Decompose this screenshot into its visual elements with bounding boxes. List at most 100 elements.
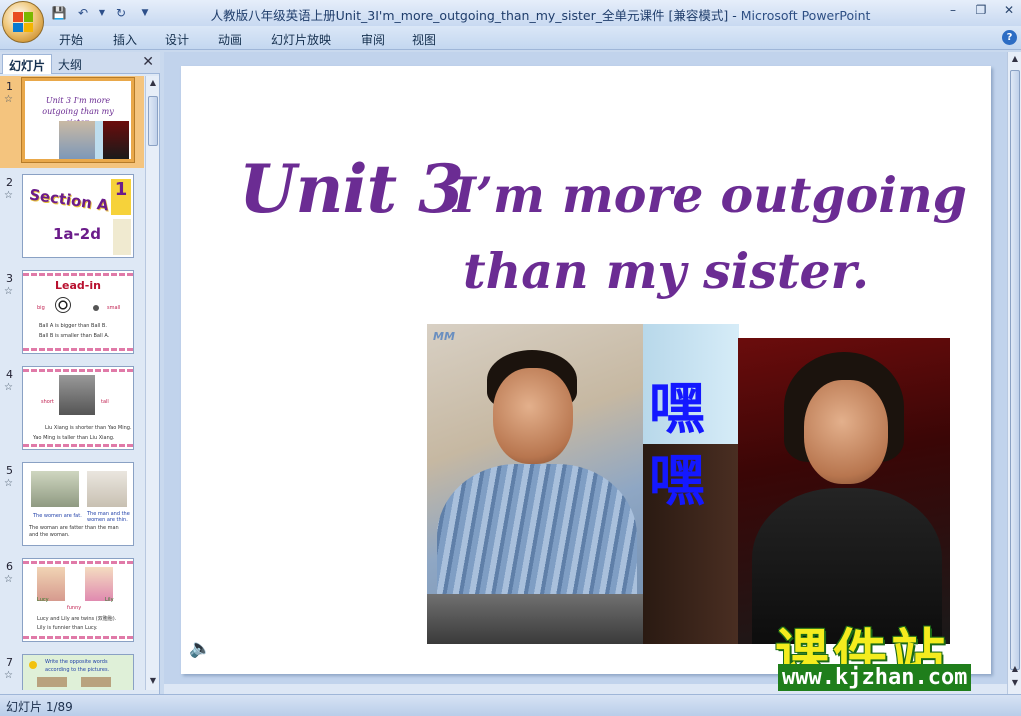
watermark-url: www.kjzhan.com xyxy=(778,664,972,691)
tab-home[interactable]: 开始 xyxy=(59,31,83,48)
document-title: 人教版八年级英语上册Unit_3I'm_more_outgoing_than_m… xyxy=(210,8,729,23)
slide-thumbnail-2[interactable]: Section A 1 1a-2d xyxy=(22,174,134,258)
slide-thumbnail-4[interactable]: short tall Liu Xiang is shorter than Yao… xyxy=(22,366,134,450)
kanji-text: 嘿 xyxy=(649,449,705,514)
thumbnail-text: according to the pictures. xyxy=(45,667,110,673)
slide-thumbnail-1[interactable]: Unit 3 I'm more outgoing than my sister. xyxy=(21,77,135,163)
photo-caption: MM xyxy=(433,330,455,343)
thumbnail-photo xyxy=(37,567,65,601)
thumbnail-text: Ball B is smaller than Ball A. xyxy=(39,333,110,339)
thumbnail-photo xyxy=(31,471,79,507)
thumbnail-word: Lucy xyxy=(37,597,49,603)
transition-star-icon: ☆ xyxy=(4,478,13,489)
scroll-thumb[interactable] xyxy=(1010,70,1020,670)
transition-star-icon: ☆ xyxy=(4,670,13,681)
slide-thumbnail-5[interactable]: The women are fat. The man and the women… xyxy=(22,462,134,546)
scroll-up-icon[interactable]: ▲ xyxy=(1009,54,1021,66)
photo-left[interactable]: MM xyxy=(427,324,643,644)
thumbnail-word: short xyxy=(41,399,54,405)
tab-review[interactable]: 审阅 xyxy=(361,31,385,48)
thumbnail-number: 5 xyxy=(6,464,13,477)
slide-title-unit[interactable]: Unit 3 xyxy=(239,150,464,228)
thumbnail-row[interactable]: 3 ☆ Lead-in big small Ball A is bigger t… xyxy=(0,268,144,360)
decor-bar xyxy=(23,348,133,351)
next-slide-icon[interactable]: ▼ xyxy=(1009,678,1021,690)
slide-counter: 幻灯片 1/89 xyxy=(6,700,73,714)
slide-title-line2[interactable]: than my sister. xyxy=(463,242,869,300)
slide-canvas[interactable]: Unit 3 I’m more outgoing than my sister.… xyxy=(181,66,991,674)
thumbnail-text: Write the opposite words xyxy=(45,659,108,665)
thumbnail-row[interactable]: 5 ☆ The women are fat. The man and the w… xyxy=(0,460,144,552)
tab-slideshow[interactable]: 幻灯片放映 xyxy=(271,31,331,48)
face xyxy=(493,368,573,464)
thumbnail-subtitle: 1a-2d xyxy=(53,225,101,243)
app-name: Microsoft PowerPoint xyxy=(740,8,871,23)
slide-editor: Unit 3 I’m more outgoing than my sister.… xyxy=(164,52,1007,694)
decor-bar xyxy=(23,636,133,639)
thumbnail-map xyxy=(113,219,131,255)
thumbnail-text: Lucy and Lily are twins (双胞胎). xyxy=(37,616,117,622)
kanji-text: 嘿 xyxy=(649,377,705,442)
title-bar: 💾 ↶ ▼ ↻ ▼ 人教版八年级英语上册Unit_3I'm_more_outgo… xyxy=(0,0,1021,26)
thumbnail-photo xyxy=(81,677,111,687)
close-icon[interactable]: ✕ xyxy=(1001,2,1017,18)
transition-star-icon: ☆ xyxy=(4,382,13,393)
editor-scrollbar[interactable]: ▲ ▲ ▼ xyxy=(1007,52,1021,694)
thumbnail-text: Lily is funnier than Lucy. xyxy=(37,625,98,631)
scroll-down-icon[interactable]: ▼ xyxy=(147,676,159,688)
thumbnail-row[interactable]: 1 ☆ Unit 3 I'm more outgoing than my sis… xyxy=(0,76,144,168)
face xyxy=(804,380,888,484)
tab-insert[interactable]: 插入 xyxy=(113,31,137,48)
thumbnail-title: Section A xyxy=(28,185,110,215)
thumbnail-photo xyxy=(59,121,95,159)
thumbnail-photo xyxy=(87,471,127,507)
tab-view[interactable]: 视图 xyxy=(412,31,436,48)
slide-thumbnail-6[interactable]: Lucy Lily funny Lucy and Lily are twins … xyxy=(22,558,134,642)
tab-design[interactable]: 设计 xyxy=(165,31,189,48)
office-logo-icon xyxy=(13,12,33,32)
thumbnail-row[interactable]: 4 ☆ short tall Liu Xiang is shorter than… xyxy=(0,364,144,456)
decor-bar xyxy=(23,369,133,372)
thumbnail-badge: 1 xyxy=(111,179,131,215)
transition-star-icon: ☆ xyxy=(4,286,13,297)
thumbnail-number: 6 xyxy=(6,560,13,573)
slide-thumbnail-7[interactable]: Write the opposite words according to th… xyxy=(22,654,134,690)
close-panel-icon[interactable]: ✕ xyxy=(142,54,154,70)
photo-foreground xyxy=(427,594,643,644)
ball-icon xyxy=(55,297,71,313)
prev-slide-icon[interactable]: ▲ xyxy=(1009,664,1021,676)
slide-thumbnail-3[interactable]: Lead-in big small Ball A is bigger than … xyxy=(22,270,134,354)
status-bar: 幻灯片 1/89 xyxy=(0,694,1021,716)
photo-middle[interactable]: 嘿 嘿 xyxy=(643,324,739,644)
scroll-thumb[interactable] xyxy=(148,96,158,146)
minimize-icon[interactable]: – xyxy=(945,2,961,18)
speaker-icon[interactable]: 🔈 xyxy=(189,638,211,659)
restore-icon[interactable]: ❐ xyxy=(973,2,989,18)
thumbnail-row[interactable]: 7 ☆ Write the opposite words according t… xyxy=(0,652,144,690)
thumbnail-word: funny xyxy=(67,605,82,611)
help-icon[interactable]: ? xyxy=(1002,30,1017,45)
thumbnail-scrollbar[interactable]: ▲ ▼ xyxy=(145,76,159,690)
tab-animations[interactable]: 动画 xyxy=(218,31,242,48)
window-title: 人教版八年级英语上册Unit_3I'm_more_outgoing_than_m… xyxy=(0,5,1021,24)
thumbnail-row[interactable]: 6 ☆ Lucy Lily funny Lucy and Lily are tw… xyxy=(0,556,144,648)
panel-tabs: 幻灯片 大纲 ✕ xyxy=(0,52,160,74)
thumbnail-number: 3 xyxy=(6,272,13,285)
thumbnail-text: Ball A is bigger than Ball B. xyxy=(39,323,107,329)
thumbnail-title: Lead-in xyxy=(55,279,101,292)
transition-star-icon: ☆ xyxy=(4,94,13,105)
thumbnail-caption: The man and the women are thin. xyxy=(87,511,130,523)
thumbnail-word: Lily xyxy=(105,597,114,603)
thumbnail-photo xyxy=(95,121,103,159)
thumbnail-text: Liu Xiang is shorter than Yao Ming. xyxy=(45,425,132,431)
decor-bar xyxy=(23,444,133,447)
tab-outline[interactable]: 大纲 xyxy=(52,54,88,74)
photo-right[interactable] xyxy=(738,338,950,644)
office-button[interactable] xyxy=(2,1,44,43)
tab-slides[interactable]: 幻灯片 xyxy=(2,54,53,74)
scroll-up-icon[interactable]: ▲ xyxy=(147,78,159,90)
slide-title-line1[interactable]: I’m more outgoing xyxy=(453,166,967,224)
thumbnail-row[interactable]: 2 ☆ Section A 1 1a-2d xyxy=(0,172,144,264)
thumbnail-caption: The women are fat. xyxy=(33,513,82,519)
decor-bar xyxy=(23,273,133,276)
